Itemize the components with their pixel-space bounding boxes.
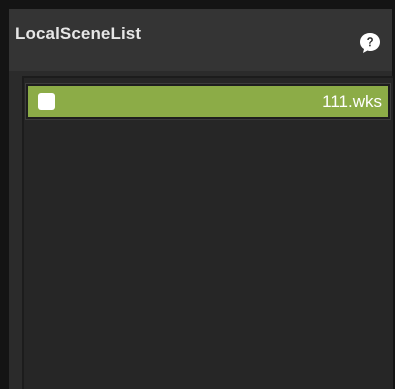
help-bubble-icon[interactable] (356, 29, 384, 57)
scene-list[interactable] (22, 76, 393, 389)
panel-left-border (0, 0, 9, 389)
panel-top-border (0, 0, 395, 9)
scene-list-item[interactable]: 111.wks (25, 83, 391, 120)
scene-checkbox[interactable] (38, 93, 55, 110)
panel-title: LocalSceneList (15, 24, 142, 43)
scene-item-label: 111.wks (322, 92, 382, 111)
local-scene-list-panel: LocalSceneList 111.wks (0, 0, 395, 389)
